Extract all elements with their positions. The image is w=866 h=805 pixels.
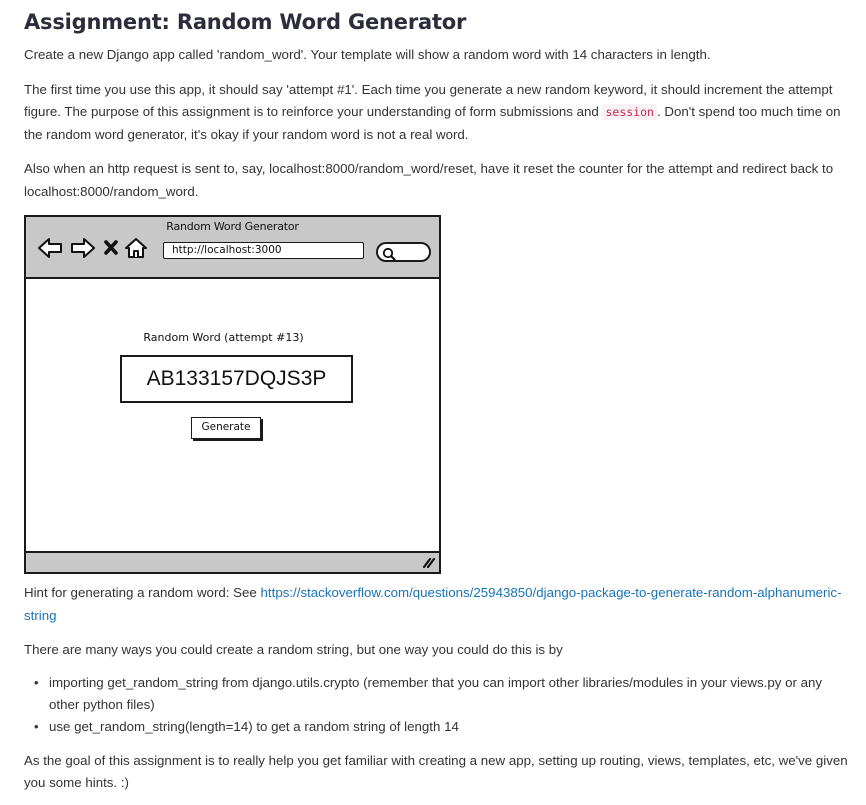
session-code: session bbox=[602, 104, 657, 120]
search-icon bbox=[382, 247, 396, 261]
page-title: Assignment: Random Word Generator bbox=[24, 10, 467, 34]
outro-paragraph: As the goal of this assignment is to rea… bbox=[24, 752, 848, 791]
mockup-attempt-label: Random Word (attempt #13) bbox=[143, 331, 304, 344]
mockup-window-title: Random Word Generator bbox=[166, 220, 299, 233]
mockup-status-bar bbox=[26, 551, 439, 572]
list-item: • importing get_random_string from django… bbox=[24, 672, 856, 716]
intro-paragraph: Create a new Django app called 'random_w… bbox=[24, 47, 711, 62]
home-icon bbox=[125, 238, 147, 258]
mockup-search-box bbox=[376, 242, 431, 262]
close-x-icon bbox=[104, 240, 118, 255]
bullet-icon: • bbox=[34, 718, 39, 734]
mockup-generate-button: Generate bbox=[191, 417, 261, 439]
hint-list: • importing get_random_string from django… bbox=[24, 672, 856, 738]
hint-text: Hint for generating a random word: See bbox=[24, 585, 261, 600]
hint-paragraph: Hint for generating a random word: See h… bbox=[24, 582, 856, 627]
mockup-browser-toolbar: Random Word Generator http://localhost:3… bbox=[26, 217, 439, 279]
mockup-nav-icons bbox=[38, 238, 147, 258]
forward-arrow-icon bbox=[71, 238, 95, 258]
wireframe-mockup: Random Word Generator http://localhost:3… bbox=[24, 215, 441, 574]
attempts-paragraph: The first time you use this app, it shou… bbox=[24, 79, 856, 147]
assignment-content: Assignment: Random Word Generator Create… bbox=[24, 8, 856, 805]
mockup-url-bar: http://localhost:3000 bbox=[163, 242, 364, 259]
list-item-text: use get_random_string(length=14) to get … bbox=[49, 718, 459, 734]
list-item-text: importing get_random_string from django.… bbox=[49, 674, 823, 712]
bullet-icon: • bbox=[34, 674, 39, 690]
mockup-random-word: AB133157DQJS3P bbox=[120, 355, 353, 403]
reset-paragraph: Also when an http request is sent to, sa… bbox=[24, 161, 834, 199]
ways-paragraph: There are many ways you could create a r… bbox=[24, 642, 563, 657]
list-item: • use get_random_string(length=14) to get… bbox=[24, 716, 856, 738]
back-arrow-icon bbox=[38, 238, 62, 258]
resize-grip-icon bbox=[422, 557, 435, 568]
